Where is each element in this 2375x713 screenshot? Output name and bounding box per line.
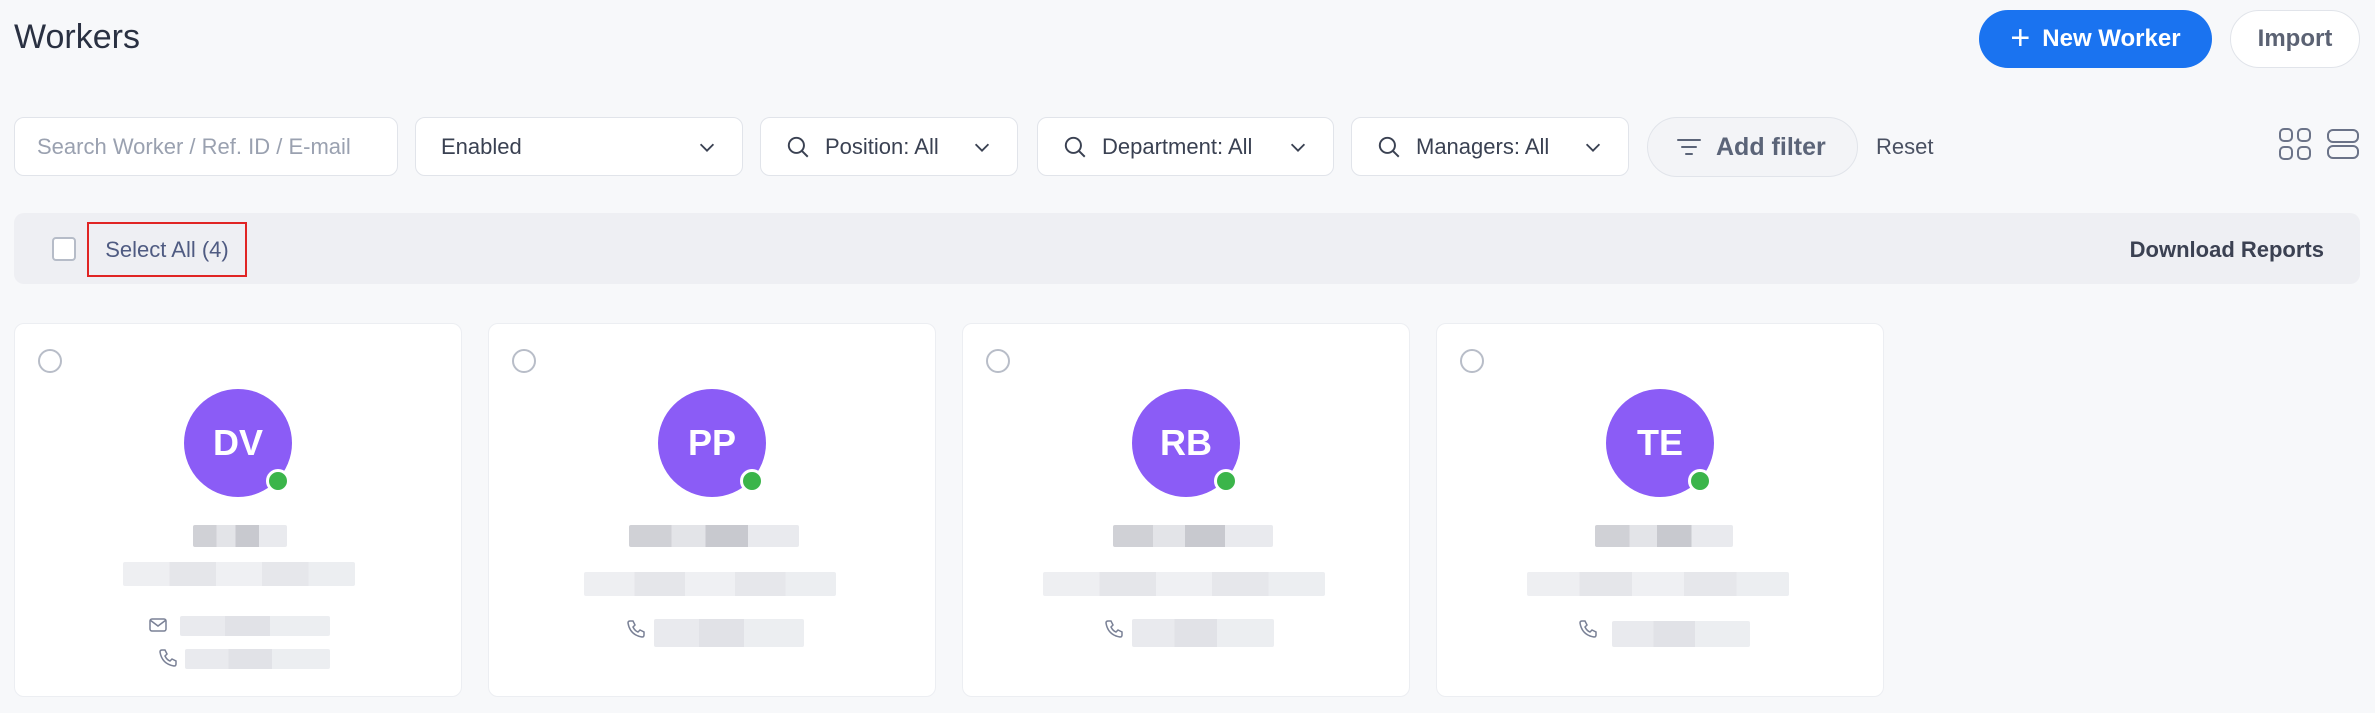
worker-email-redacted [180, 616, 330, 636]
worker-phone-redacted [654, 619, 804, 647]
worker-card[interactable]: RB [962, 323, 1410, 697]
mail-icon [149, 618, 167, 632]
position-filter-label: Position: All [825, 133, 939, 159]
online-status-dot [740, 469, 764, 493]
filter-icon [1677, 139, 1701, 155]
phone-icon [1105, 620, 1123, 638]
worker-card[interactable]: DV [14, 323, 462, 697]
worker-select-radio[interactable] [38, 349, 62, 373]
worker-name-redacted [629, 525, 799, 547]
selection-bar: Select All (4) Download Reports [14, 213, 2360, 284]
worker-name-redacted [1113, 525, 1273, 547]
worker-name-redacted [1595, 525, 1733, 547]
new-worker-label: New Worker [2042, 25, 2181, 52]
phone-icon [627, 620, 645, 638]
select-all-checkbox[interactable] [52, 237, 76, 261]
worker-position-redacted [1527, 572, 1789, 596]
status-select[interactable]: Enabled [415, 117, 743, 176]
list-view-icon[interactable] [2326, 127, 2360, 161]
online-status-dot [266, 469, 290, 493]
select-all-button[interactable]: Select All (4) [87, 222, 247, 277]
grid-view-icon[interactable] [2278, 127, 2312, 161]
status-select-value: Enabled [441, 133, 522, 159]
worker-card[interactable]: TE [1436, 323, 1884, 697]
worker-select-radio[interactable] [986, 349, 1010, 373]
search-input[interactable]: Search Worker / Ref. ID / E-mail [14, 117, 398, 176]
reset-button[interactable]: Reset [1876, 134, 1933, 160]
online-status-dot [1214, 469, 1238, 493]
search-icon [787, 136, 809, 157]
chevron-down-icon [974, 143, 990, 152]
search-icon [1378, 136, 1400, 157]
worker-phone-redacted [1132, 619, 1274, 647]
worker-select-radio[interactable] [512, 349, 536, 373]
worker-select-radio[interactable] [1460, 349, 1484, 373]
plus-icon: + [2010, 18, 2031, 57]
phone-icon [159, 649, 177, 667]
worker-card[interactable]: PP [488, 323, 936, 697]
worker-name-redacted [193, 525, 287, 547]
position-filter[interactable]: Position: All [760, 117, 1018, 176]
download-reports-button[interactable]: Download Reports [2130, 237, 2324, 263]
department-filter-label: Department: All [1102, 133, 1253, 159]
import-button[interactable]: Import [2230, 10, 2360, 68]
search-placeholder: Search Worker / Ref. ID / E-mail [37, 133, 351, 159]
managers-filter-label: Managers: All [1416, 133, 1550, 159]
chevron-down-icon [1290, 143, 1306, 152]
chevron-down-icon [1585, 143, 1601, 152]
add-filter-label: Add filter [1716, 132, 1826, 161]
chevron-down-icon [699, 143, 715, 152]
workers-page: Workers + New Worker Import Search Worke… [0, 0, 2375, 713]
new-worker-button[interactable]: + New Worker [1979, 10, 2212, 68]
worker-position-redacted [123, 562, 355, 586]
worker-phone-redacted [185, 649, 330, 669]
worker-position-redacted [584, 572, 836, 596]
worker-position-redacted [1043, 572, 1325, 596]
add-filter-button[interactable]: Add filter [1647, 117, 1858, 177]
search-icon [1064, 136, 1086, 157]
online-status-dot [1688, 469, 1712, 493]
department-filter[interactable]: Department: All [1037, 117, 1334, 176]
worker-phone-redacted [1612, 621, 1750, 647]
page-title: Workers [14, 18, 140, 56]
phone-icon [1579, 620, 1597, 638]
managers-filter[interactable]: Managers: All [1351, 117, 1629, 176]
